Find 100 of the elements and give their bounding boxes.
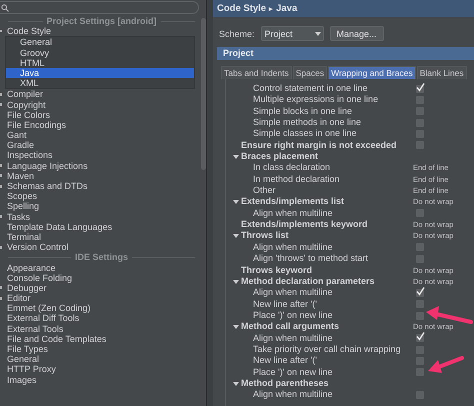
search-field[interactable] (0, 1, 199, 14)
option-label: Method call arguments (241, 321, 340, 333)
expanded-triangle-icon[interactable] (233, 233, 239, 240)
sidebar-item[interactable]: Console Folding (0, 272, 199, 283)
section-title-bar: Project (217, 47, 474, 60)
sidebar-item[interactable]: Scopes (0, 191, 199, 202)
expanded-triangle-icon[interactable] (233, 154, 239, 160)
option-label: Align when multiline (252, 332, 334, 344)
checkbox[interactable] (416, 84, 424, 93)
section-header: IDE Settings (75, 252, 128, 263)
expanded-triangle-icon[interactable] (233, 324, 239, 330)
section-header: Project Settings [android] (46, 16, 157, 26)
checkbox[interactable] (416, 254, 424, 263)
sidebar-item[interactable]: Inspections (0, 150, 199, 161)
option-label: New line after '(' (252, 298, 318, 310)
checkbox[interactable] (416, 243, 424, 252)
sidebar-item[interactable]: Gradle (0, 140, 199, 150)
checkbox[interactable] (416, 334, 424, 342)
option-label: Braces placement (241, 151, 320, 162)
option-label: Extends/implements keyword (241, 219, 369, 230)
checkbox[interactable] (416, 96, 424, 104)
checkbox[interactable] (416, 300, 424, 308)
checkbox[interactable] (416, 130, 424, 138)
checkmark-icon (416, 82, 425, 92)
checkbox[interactable] (416, 118, 424, 127)
option-label: New line after '(' (252, 355, 318, 367)
tab[interactable]: Spaces (292, 66, 328, 79)
breadcrumb-item: Java (276, 3, 298, 14)
sidebar-item[interactable]: Version Control (0, 242, 199, 252)
option-label: Throws keyword (241, 264, 314, 276)
sidebar-item[interactable]: Java (6, 68, 194, 78)
sidebar-item[interactable]: Appearance (0, 262, 199, 273)
option-label: Place ')' on new line (252, 310, 334, 322)
option-label: Other (252, 185, 277, 196)
checkbox[interactable] (416, 288, 424, 297)
expanded-triangle-icon[interactable] (233, 380, 239, 387)
tab[interactable]: Wrapping and Braces (328, 66, 416, 79)
expanded-triangle-icon[interactable] (233, 278, 239, 285)
option-label: Align when multiline (252, 242, 334, 254)
option-label: Method declaration parameters (241, 276, 376, 288)
tab[interactable]: Blank Lines (416, 66, 467, 79)
sidebar-item[interactable]: Emmet (Zen Coding) (0, 303, 199, 314)
option-label: Ensure right margin is not exceeded (241, 140, 398, 152)
checkbox[interactable] (416, 141, 424, 150)
sidebar-item[interactable]: Code Style (0, 26, 199, 36)
checkbox[interactable] (416, 209, 424, 218)
sidebar-item[interactable]: Images (0, 374, 199, 385)
checkbox[interactable] (416, 107, 424, 116)
tab[interactable]: Tabs and Indents (221, 66, 292, 79)
sidebar-item[interactable]: File Types (0, 344, 199, 354)
sidebar-item[interactable]: Terminal (0, 232, 199, 242)
sidebar-item[interactable]: Debugger (0, 282, 199, 294)
option-label: Method parentheses (241, 378, 330, 390)
search-icon (1, 4, 9, 12)
scheme-label: Scheme: (219, 28, 255, 38)
sidebar-item[interactable]: HTTP Proxy (0, 364, 199, 375)
checkmark-icon (416, 286, 425, 296)
checkbox[interactable] (416, 356, 424, 365)
sidebar-item[interactable]: Compiler (0, 89, 199, 100)
sidebar-item[interactable]: External Tools (0, 324, 199, 334)
sidebar-item[interactable]: General (6, 37, 194, 48)
option-label: In class declaration (252, 162, 332, 174)
sidebar-item[interactable]: HTML (6, 58, 194, 68)
sidebar-item[interactable]: Gant (0, 130, 199, 140)
option-label: Align when multiline (252, 208, 334, 220)
sidebar-item[interactable]: Tasks (0, 212, 199, 222)
scheme-dropdown[interactable]: Project (260, 26, 324, 41)
sidebar-item[interactable]: Schemas and DTDs (0, 181, 199, 192)
option-label: Multiple expressions in one line (252, 94, 380, 106)
sidebar-item[interactable]: Template Data Languages (0, 222, 199, 232)
sidebar-item[interactable]: XML (6, 78, 194, 88)
expanded-triangle-icon[interactable] (233, 199, 239, 206)
pointer-arrow (428, 356, 464, 373)
sidebar-item[interactable]: Groovy (6, 48, 194, 58)
checkmark-icon (416, 332, 425, 342)
checkbox[interactable] (416, 346, 424, 354)
option-label: Extends/implements list (241, 196, 346, 208)
checkbox[interactable] (416, 312, 424, 320)
sidebar-item[interactable]: External Diff Tools (0, 313, 199, 324)
scrollbar[interactable] (201, 18, 206, 170)
option-label: Simple blocks in one line (252, 106, 354, 118)
checkbox[interactable] (416, 390, 424, 399)
sidebar-item[interactable]: File Encodings (0, 120, 199, 130)
pointer-arrow (426, 306, 473, 324)
option-label: Take priority over call chain wrapping (252, 344, 402, 356)
option-label: Simple methods in one line (252, 117, 362, 128)
sidebar-item[interactable]: Maven (0, 170, 199, 181)
breadcrumb-item[interactable]: Code Style (217, 3, 266, 14)
option-label: Place ')' on new line (252, 366, 334, 378)
sidebar-item[interactable]: File and Code Templates (0, 334, 199, 344)
sidebar-item[interactable]: General (0, 354, 199, 364)
checkbox[interactable] (416, 368, 424, 376)
sidebar-item[interactable]: File Colors (0, 110, 199, 120)
option-label: Align when multiline (252, 287, 334, 299)
sidebar-item[interactable]: Editor (0, 293, 199, 304)
manage-button[interactable]: Manage... (330, 26, 384, 41)
sidebar-item[interactable]: Spelling (0, 201, 199, 212)
sidebar-item[interactable]: Copyright (0, 100, 199, 110)
sidebar-item[interactable]: Language Injections (0, 160, 199, 171)
dropdown-arrow-icon (314, 32, 321, 36)
